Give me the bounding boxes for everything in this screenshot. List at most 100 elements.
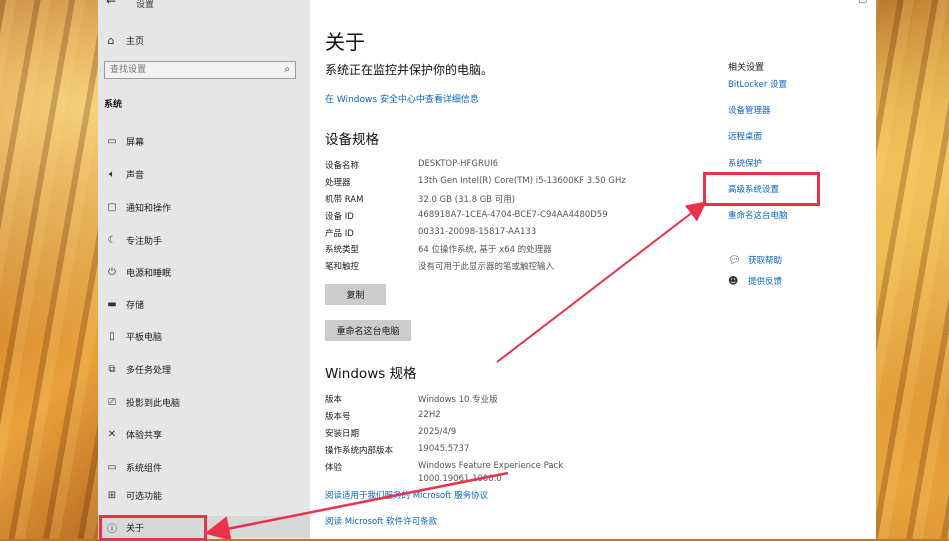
spec-row: 产品 ID 00331-20098-15817-AA133 <box>325 227 705 243</box>
spec-row: 笔和触控 没有可用于此显示器的笔或触控输入 <box>325 260 705 276</box>
advanced-system-settings-link[interactable]: 高级系统设置 <box>728 183 779 195</box>
windows-specs-heading: Windows 规格 <box>325 366 417 382</box>
spec-value: 19045.5737 <box>418 444 470 454</box>
sidebar-item-label: 屏幕 <box>126 137 145 148</box>
related-settings-heading: 相关设置 <box>728 63 765 73</box>
sidebar-item-multitasking[interactable]: ⧉ 多任务处理 <box>98 358 310 380</box>
feedback-link[interactable]: ☻ 提供反馈 <box>728 274 782 288</box>
moon-icon: ☾ <box>107 234 117 246</box>
spec-row: 1000.19061.1000.0 <box>325 474 705 484</box>
device-specs-heading: 设备规格 <box>325 132 379 148</box>
components-icon: ▭ <box>107 461 117 473</box>
spec-key: 处理器 <box>325 178 351 188</box>
sidebar-item-focus-assist[interactable]: ☾ 专注助手 <box>98 229 310 251</box>
sidebar-item-label: 声音 <box>126 170 145 181</box>
sidebar-item-label: 多任务处理 <box>126 365 172 376</box>
rename-pc-button[interactable]: 重命名这台电脑 <box>325 320 411 341</box>
spec-row: 设备名称 DESKTOP-HFGRUI6 <box>325 159 705 175</box>
sidebar-item-notifications[interactable]: ▢ 通知和操作 <box>98 196 310 218</box>
related-settings: — ▢ 相关设置 BitLocker 设置 设备管理器 远程桌面 系统保护 高级… <box>700 0 876 539</box>
system-protection-link[interactable]: 系统保护 <box>728 157 762 169</box>
rename-pc-link[interactable]: 重命名这台电脑 <box>728 209 788 221</box>
device-manager-link[interactable]: 设备管理器 <box>728 104 771 116</box>
spec-value: 没有可用于此显示器的笔或触控输入 <box>418 262 555 272</box>
sidebar-item-label: 投影到此电脑 <box>126 398 181 409</box>
spec-value: DESKTOP-HFGRUI6 <box>418 159 499 169</box>
spec-value: 22H2 <box>418 410 441 420</box>
spec-row: 版本号 22H2 <box>325 410 705 426</box>
sidebar-item-label: 系统组件 <box>126 463 163 474</box>
sidebar-item-sound[interactable]: 🔈︎ 声音 <box>98 163 310 185</box>
sidebar-home[interactable]: ⌂ 主页 <box>104 32 145 48</box>
sidebar-item-label: 可选功能 <box>126 491 163 502</box>
search-box[interactable]: ⌕ <box>104 61 296 79</box>
sidebar-item-label: 关于 <box>126 523 145 534</box>
sidebar-item-power[interactable]: ⏻ 电源和睡眠 <box>98 261 310 283</box>
copy-button[interactable]: 复制 <box>325 284 386 305</box>
spec-key: 体验 <box>325 463 343 473</box>
spec-key: 版本号 <box>325 412 351 422</box>
window-title: 设置 <box>136 0 155 10</box>
spec-value: 468918A7-1CEA-4704-BCE7-C94AA4480D59 <box>418 210 608 220</box>
monitor-icon: ▭ <box>107 135 117 147</box>
license-terms-link[interactable]: 阅读 Microsoft 软件许可条款 <box>325 515 437 527</box>
optional-features-icon: ⊞ <box>107 489 117 501</box>
share-icon: ✕ <box>107 428 117 440</box>
help-chat-icon: 💬︎ <box>728 254 741 266</box>
section-label-system: 系统 <box>104 100 123 110</box>
spec-value: 2025/4/9 <box>418 427 457 437</box>
search-input[interactable] <box>110 64 270 76</box>
experience-version: 1000.19061.1000.0 <box>418 474 502 484</box>
project-icon: ⎚ <box>108 396 116 408</box>
sidebar-item-tablet[interactable]: ▯ 平板电脑 <box>98 325 310 347</box>
sidebar-item-optional-features[interactable]: ⊞ 可选功能 <box>98 484 310 506</box>
spec-row: 版本 Windows 10 专业版 <box>325 393 705 409</box>
bitlocker-link[interactable]: BitLocker 设置 <box>728 78 787 90</box>
info-icon: ⓘ <box>107 523 117 535</box>
spec-row: 安装日期 2025/4/9 <box>325 427 705 443</box>
spec-value: 00331-20098-15817-AA133 <box>418 227 537 237</box>
sidebar-item-label: 通知和操作 <box>126 203 172 214</box>
feedback-label: 提供反馈 <box>748 277 783 287</box>
sidebar-item-label: 存储 <box>126 300 145 311</box>
minimize-icon[interactable]: — <box>826 0 836 5</box>
spec-key: 版本 <box>325 395 343 405</box>
sidebar-item-label: 体验共享 <box>126 430 163 441</box>
sidebar-item-display[interactable]: ▭ 屏幕 <box>98 130 310 152</box>
sidebar-item-storage[interactable]: ▬ 存储 <box>98 293 310 315</box>
service-agreement-link[interactable]: 阅读适用于我们服务的 Microsoft 服务协议 <box>325 489 488 501</box>
tablet-icon: ▯ <box>109 330 115 342</box>
spec-key: 操作系统内部版本 <box>325 446 394 456</box>
sidebar-item-label: 专注助手 <box>126 236 163 247</box>
feedback-icon: ☻ <box>728 275 739 287</box>
spec-value: Windows 10 专业版 <box>418 395 498 405</box>
home-icon: ⌂ <box>107 33 115 47</box>
sidebar-item-shared-experiences[interactable]: ✕ 体验共享 <box>98 423 310 445</box>
remote-desktop-link[interactable]: 远程桌面 <box>728 130 762 142</box>
search-icon[interactable]: ⌕ <box>284 64 290 75</box>
back-arrow-icon[interactable]: ← <box>106 0 116 8</box>
sidebar-item-label: 平板电脑 <box>126 332 163 343</box>
spec-key: 笔和触控 <box>325 262 360 272</box>
multitask-icon: ⧉ <box>108 363 116 375</box>
page-title: 关于 <box>325 30 365 54</box>
spec-key: 机带 RAM <box>325 195 364 205</box>
sidebar-item-about[interactable]: ⓘ 关于 <box>98 516 310 538</box>
spec-value: 64 位操作系统, 基于 x64 的处理器 <box>418 245 552 255</box>
sidebar: ← 设置 ⌂ 主页 ⌕ 系统 ▭ 屏幕 🔈︎ 声音 ▢ 通知和操作 ☾ 专注助手… <box>98 0 310 539</box>
sidebar-item-system-components[interactable]: ▭ 系统组件 <box>98 456 310 478</box>
power-icon: ⏻ <box>108 266 116 278</box>
security-center-link[interactable]: 在 Windows 安全中心中查看详细信息 <box>325 92 479 105</box>
protection-status: 系统正在监控并保护你的电脑。 <box>325 63 494 77</box>
storage-icon: ▬ <box>107 298 117 310</box>
spec-row: 设备 ID 468918A7-1CEA-4704-BCE7-C94AA4480D… <box>325 210 705 226</box>
spec-row: 系统类型 64 位操作系统, 基于 x64 的处理器 <box>325 243 705 259</box>
maximize-icon[interactable]: ▢ <box>858 0 867 5</box>
sidebar-item-projecting[interactable]: ⎚ 投影到此电脑 <box>98 391 310 413</box>
about-page: 关于 系统正在监控并保护你的电脑。 在 Windows 安全中心中查看详细信息 … <box>310 0 700 539</box>
sidebar-home-label: 主页 <box>126 36 145 47</box>
get-help-link[interactable]: 💬︎ 获取帮助 <box>728 253 782 267</box>
spec-key: 产品 ID <box>325 229 354 239</box>
spec-key: 系统类型 <box>325 245 360 255</box>
settings-window: ← 设置 ⌂ 主页 ⌕ 系统 ▭ 屏幕 🔈︎ 声音 ▢ 通知和操作 ☾ 专注助手… <box>98 0 876 539</box>
